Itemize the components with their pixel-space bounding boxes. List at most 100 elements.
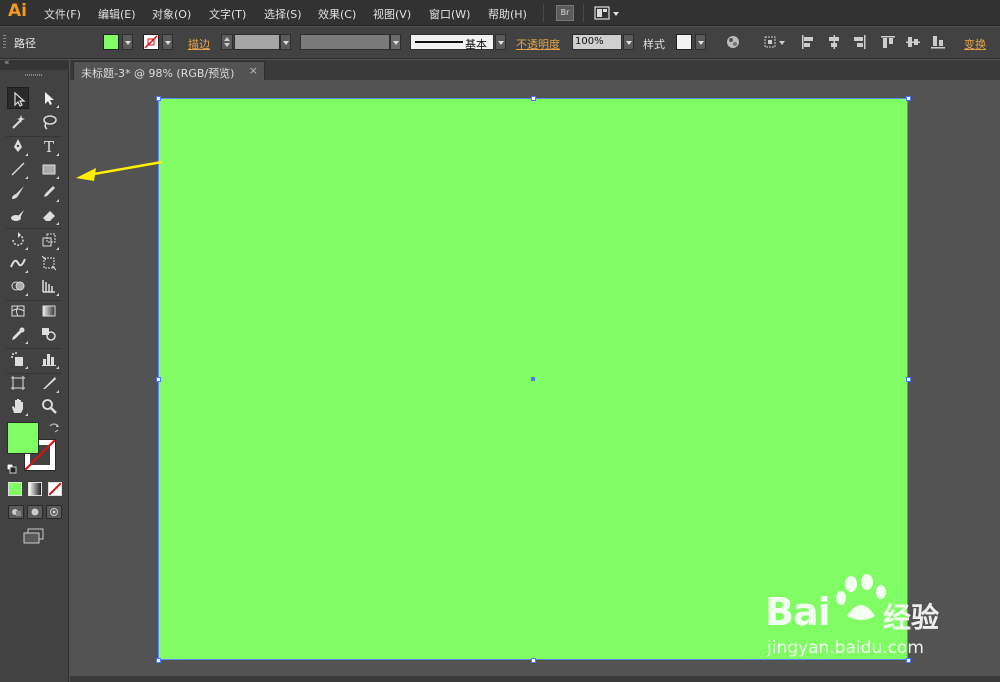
close-icon[interactable]: × bbox=[249, 64, 258, 77]
rectangle-tool-icon[interactable] bbox=[38, 158, 60, 180]
slice-tool-icon[interactable] bbox=[38, 372, 60, 394]
pencil-tool-icon[interactable] bbox=[38, 181, 60, 203]
gradient-tool-icon[interactable] bbox=[38, 300, 60, 322]
bridge-button[interactable]: Br bbox=[556, 5, 574, 21]
resize-handle-bottom[interactable] bbox=[531, 658, 536, 663]
resize-handle-top-left[interactable] bbox=[156, 96, 161, 101]
recolor-artwork-icon[interactable] bbox=[725, 34, 741, 50]
align-left-icon[interactable] bbox=[800, 34, 816, 50]
hand-tool-icon[interactable] bbox=[7, 395, 29, 417]
panel-grip[interactable] bbox=[25, 74, 43, 76]
menu-object[interactable]: 对象(O) bbox=[152, 6, 191, 22]
align-to-selection-icon[interactable] bbox=[763, 34, 787, 50]
none-mode-button[interactable] bbox=[48, 482, 62, 496]
bottom-status-bar bbox=[70, 676, 1000, 682]
menu-window[interactable]: 窗口(W) bbox=[429, 6, 470, 22]
resize-handle-right[interactable] bbox=[906, 377, 911, 382]
menu-edit[interactable]: 编辑(E) bbox=[98, 6, 136, 22]
align-bottom-icon[interactable] bbox=[930, 34, 946, 50]
opacity-label[interactable]: 不透明度 bbox=[516, 36, 560, 52]
draw-behind-icon[interactable] bbox=[27, 505, 43, 519]
blend-tool-icon[interactable] bbox=[38, 323, 60, 345]
variable-width-select[interactable] bbox=[300, 34, 390, 50]
type-tool-icon[interactable]: T bbox=[38, 135, 60, 157]
stroke-label[interactable]: 描边 bbox=[188, 36, 210, 52]
color-mode-button[interactable] bbox=[8, 482, 22, 496]
align-horizontal-center-icon[interactable] bbox=[826, 34, 842, 50]
blob-brush-tool-icon[interactable] bbox=[7, 204, 29, 226]
screen-mode-icon[interactable] bbox=[23, 528, 45, 547]
selection-tool-icon[interactable] bbox=[7, 87, 29, 109]
brush-profile-label: 基本 bbox=[465, 38, 487, 51]
transform-label[interactable]: 变换 bbox=[964, 36, 986, 52]
opacity-input[interactable]: 100% bbox=[572, 34, 622, 50]
fill-swatch[interactable] bbox=[103, 34, 119, 50]
tools-panel: « T bbox=[0, 58, 69, 682]
magic-wand-tool-icon[interactable] bbox=[7, 111, 29, 133]
swap-fill-stroke-icon[interactable] bbox=[48, 422, 60, 437]
align-top-icon[interactable] bbox=[880, 34, 896, 50]
app-logo: Ai bbox=[8, 1, 27, 21]
width-tool-icon[interactable] bbox=[7, 252, 29, 274]
gradient-mode-button[interactable] bbox=[28, 482, 42, 496]
draw-inside-icon[interactable] bbox=[46, 505, 62, 519]
brush-definition-select[interactable]: 基本 bbox=[410, 34, 494, 51]
resize-handle-top[interactable] bbox=[531, 96, 536, 101]
eraser-tool-icon[interactable] bbox=[38, 204, 60, 226]
variable-width-dropdown[interactable] bbox=[390, 34, 401, 50]
fill-color-box[interactable] bbox=[7, 422, 39, 454]
resize-handle-bottom-left[interactable] bbox=[156, 658, 161, 663]
menu-effect[interactable]: 效果(C) bbox=[318, 6, 356, 22]
perspective-grid-tool-icon[interactable] bbox=[38, 275, 60, 297]
mesh-tool-icon[interactable] bbox=[7, 300, 29, 322]
draw-normal-icon[interactable] bbox=[8, 505, 24, 519]
resize-handle-left[interactable] bbox=[156, 377, 161, 382]
workspace-switcher-icon[interactable] bbox=[594, 5, 620, 21]
column-graph-tool-icon[interactable] bbox=[38, 348, 60, 370]
direct-selection-tool-icon[interactable] bbox=[38, 87, 60, 109]
watermark-logo-suffix: 经验 bbox=[883, 601, 940, 634]
default-fill-stroke-icon[interactable] bbox=[6, 463, 17, 477]
stroke-weight-stepper[interactable] bbox=[221, 34, 233, 50]
menu-divider bbox=[583, 4, 584, 22]
rotate-tool-icon[interactable] bbox=[7, 229, 29, 251]
menu-select[interactable]: 选择(S) bbox=[264, 6, 302, 22]
graphic-style-swatch[interactable] bbox=[676, 34, 692, 50]
paintbrush-tool-icon[interactable] bbox=[7, 181, 29, 203]
stroke-weight-input[interactable] bbox=[234, 34, 280, 50]
shape-builder-tool-icon[interactable] bbox=[7, 275, 29, 297]
menu-help[interactable]: 帮助(H) bbox=[488, 6, 527, 22]
menu-type[interactable]: 文字(T) bbox=[209, 6, 246, 22]
graphic-style-dropdown[interactable] bbox=[695, 34, 706, 50]
document-tab-title: 未标题-3* @ 98% (RGB/预览) bbox=[81, 67, 235, 80]
baidu-watermark: Bai 经验 jingyan.baidu.com bbox=[755, 570, 995, 665]
lasso-tool-icon[interactable] bbox=[38, 111, 60, 133]
document-tab[interactable]: 未标题-3* @ 98% (RGB/预览) × bbox=[73, 61, 265, 80]
opacity-dropdown[interactable] bbox=[623, 34, 634, 50]
free-transform-tool-icon[interactable] bbox=[38, 252, 60, 274]
artboard-tool-icon[interactable] bbox=[7, 372, 29, 394]
zoom-tool-icon[interactable] bbox=[38, 395, 60, 417]
scale-tool-icon[interactable] bbox=[38, 229, 60, 251]
eyedropper-tool-icon[interactable] bbox=[7, 323, 29, 345]
align-vertical-center-icon[interactable] bbox=[905, 34, 921, 50]
tools-panel-header[interactable]: « bbox=[0, 58, 69, 70]
stroke-dropdown[interactable] bbox=[162, 34, 173, 50]
stroke-weight-dropdown[interactable] bbox=[280, 34, 291, 50]
opacity-value: 100% bbox=[575, 36, 604, 47]
center-point bbox=[531, 377, 535, 381]
line-segment-tool-icon[interactable] bbox=[7, 158, 29, 180]
align-right-icon[interactable] bbox=[851, 34, 867, 50]
resize-handle-top-right[interactable] bbox=[906, 96, 911, 101]
menu-file[interactable]: 文件(F) bbox=[44, 6, 81, 22]
collapse-icon[interactable]: « bbox=[4, 58, 10, 68]
brush-definition-dropdown[interactable] bbox=[495, 34, 506, 50]
svg-text:T: T bbox=[44, 138, 54, 154]
stroke-swatch[interactable] bbox=[143, 34, 159, 50]
symbol-sprayer-tool-icon[interactable] bbox=[7, 348, 29, 370]
pen-tool-icon[interactable] bbox=[7, 135, 29, 157]
stroke-line-preview bbox=[415, 41, 463, 43]
menu-view[interactable]: 视图(V) bbox=[373, 6, 411, 22]
grip-handle[interactable] bbox=[3, 35, 6, 49]
fill-dropdown[interactable] bbox=[122, 34, 133, 50]
